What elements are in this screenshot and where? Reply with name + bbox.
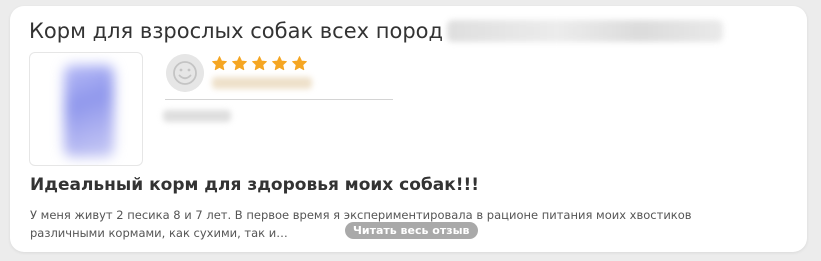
star-icon: [272, 56, 287, 71]
star-rating: [211, 55, 308, 72]
review-title[interactable]: Идеальный корм для здоровья моих собак!!…: [30, 175, 479, 195]
star-icon: [232, 56, 247, 71]
product-title-blurred-part: [447, 20, 724, 42]
smiley-face-icon: [166, 54, 204, 92]
product-image[interactable]: [29, 52, 143, 166]
author-name-blurred: [212, 77, 312, 89]
review-card[interactable]: Корм для взрослых собак всех пород Идеал…: [10, 6, 807, 252]
star-icon: [212, 56, 227, 71]
dog-food-pack-image: [64, 65, 114, 157]
product-title-text[interactable]: Корм для взрослых собак всех пород: [29, 15, 443, 47]
review-date-blurred: [163, 110, 231, 122]
star-icon: [292, 56, 307, 71]
divider: [165, 99, 393, 100]
avatar[interactable]: [166, 54, 204, 92]
read-full-review-button[interactable]: Читать весь отзыв: [345, 222, 478, 239]
star-icon: [252, 56, 267, 71]
product-title[interactable]: Корм для взрослых собак всех пород: [29, 15, 724, 47]
